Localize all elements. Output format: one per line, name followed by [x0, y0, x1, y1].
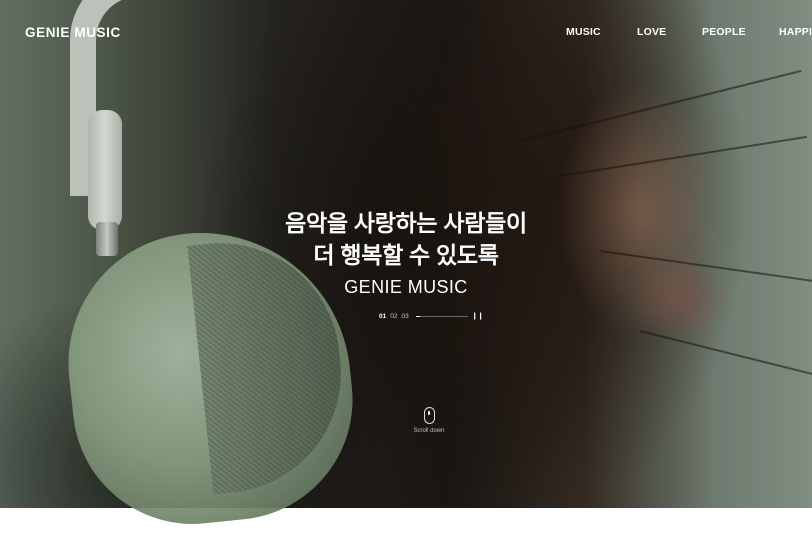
slide-pager: 01 02 03 ❙❙: [379, 310, 483, 322]
hero-subtitle: GENIE MUSIC: [344, 277, 468, 297]
slide-indicator-2[interactable]: 02: [390, 313, 397, 320]
nav-item-people[interactable]: PEOPLE: [702, 26, 746, 38]
mouse-icon: [423, 407, 435, 424]
nav-item-happiness[interactable]: HAPPI: [779, 26, 812, 38]
slide-indicator-3[interactable]: 03: [401, 313, 408, 320]
mouse-wheel: [428, 411, 430, 415]
main-nav: MUSIC LOVE PEOPLE HAPPI: [0, 26, 812, 40]
nav-item-love[interactable]: LOVE: [637, 26, 666, 38]
slide-indicator-1[interactable]: 01: [379, 313, 386, 320]
slide-progress-fill: [415, 315, 420, 317]
hero-headline: 음악을 사랑하는 사람들이 더 행복할 수 있도록: [0, 207, 812, 271]
hero-headline-line-2: 더 행복할 수 있도록: [313, 242, 499, 268]
scroll-down-indicator[interactable]: Scroll down: [406, 407, 452, 434]
nav-item-music[interactable]: MUSIC: [566, 26, 601, 38]
pause-icon[interactable]: ❙❙: [472, 312, 484, 320]
scroll-down-label: Scroll down: [413, 428, 445, 434]
slide-progress-bar: [415, 315, 468, 317]
hero-headline-line-1: 음악을 사랑하는 사람들이: [285, 210, 527, 236]
